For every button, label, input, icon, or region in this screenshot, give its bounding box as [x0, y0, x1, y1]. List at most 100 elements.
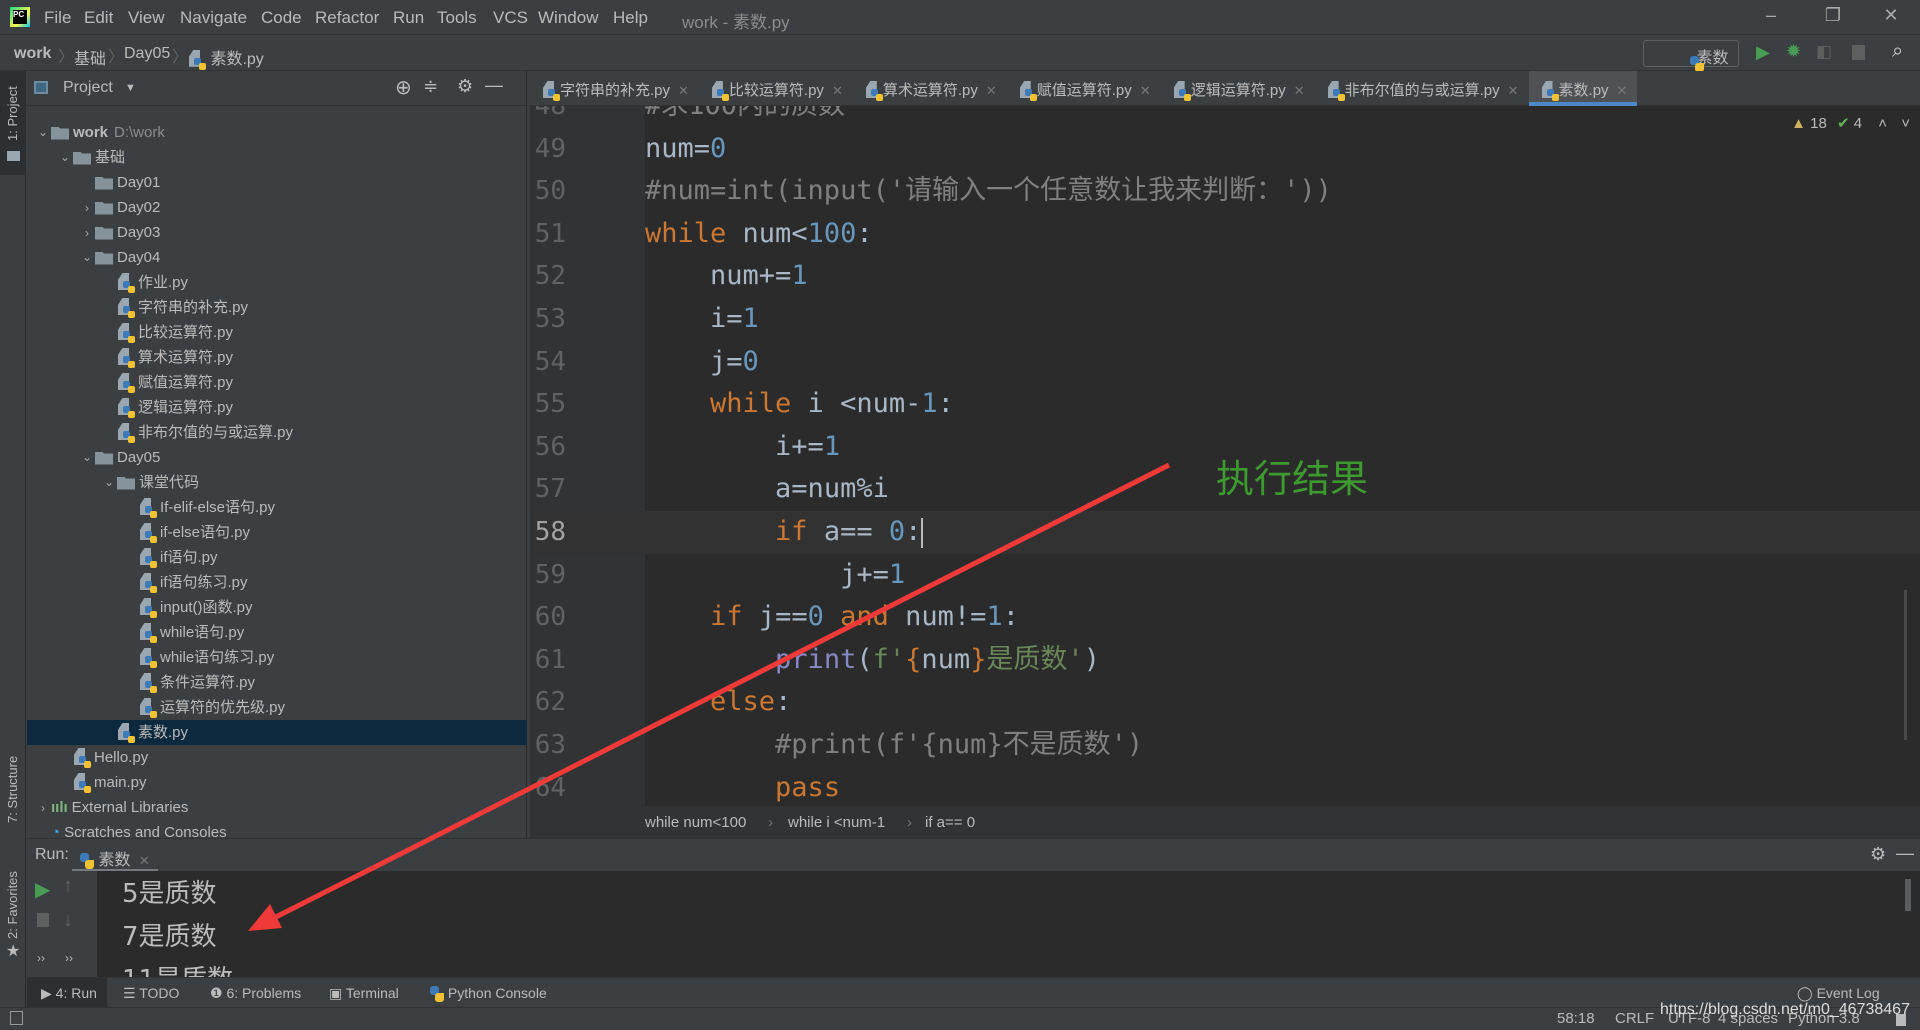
tree-item[interactable]: input()函数.py	[27, 595, 527, 620]
menu-view[interactable]: View	[128, 8, 165, 28]
tree-item[interactable]: › Day02	[27, 195, 527, 220]
tree-item[interactable]: main.py	[27, 770, 527, 795]
tab-6[interactable]: 素数.py ✕	[1528, 71, 1638, 106]
tree-item[interactable]: If-elif-else语句.py	[27, 495, 527, 520]
code-line[interactable]: 62 else:	[530, 681, 1920, 724]
code-line[interactable]: 51 while num<100:	[530, 213, 1920, 256]
code-text[interactable]: i=1	[645, 298, 759, 341]
hide-panel-icon[interactable]: —	[1896, 843, 1914, 864]
tree-item[interactable]: while语句.py	[27, 620, 527, 645]
code-text[interactable]: if a== 0:	[645, 511, 924, 554]
more-icon[interactable]: ››	[65, 951, 73, 965]
tree-item[interactable]: Day01	[27, 170, 527, 195]
tree-item[interactable]: Hello.py	[27, 745, 527, 770]
tree-item[interactable]: 算术运算符.py	[27, 345, 527, 370]
tree-item[interactable]: 素数.py	[27, 720, 527, 745]
line-separator[interactable]: CRLF	[1615, 1010, 1654, 1027]
menu-tools[interactable]: Tools	[437, 8, 477, 28]
structure-crumb[interactable]: if a== 0	[925, 814, 975, 831]
code-line[interactable]: 54 j=0	[530, 341, 1920, 384]
code-text[interactable]: while num<100:	[645, 213, 873, 256]
code-line[interactable]: 55 while i <num-1:	[530, 383, 1920, 426]
run-tab[interactable]: 素数 ✕	[72, 839, 158, 872]
code-text[interactable]: print(f'{num}是质数')	[645, 639, 1100, 682]
close-tab-icon[interactable]: ✕	[139, 853, 150, 868]
menu-help[interactable]: Help	[613, 8, 648, 28]
tree-item[interactable]: 逻辑运算符.py	[27, 395, 527, 420]
code-line[interactable]: 59 j+=1	[530, 554, 1920, 597]
tab-1[interactable]: 比较运算符.py ✕	[699, 71, 853, 106]
code-line[interactable]: 58 if a== 0:	[530, 511, 1920, 554]
tree-item[interactable]: 比较运算符.py	[27, 320, 527, 345]
breadcrumb-day05[interactable]: Day05	[124, 45, 170, 63]
tool-tab-terminal[interactable]: ▣ Terminal	[329, 985, 399, 1002]
project-tool-button[interactable]: 1: Project	[0, 71, 26, 175]
run-configuration-select[interactable]: 素数 ▼	[1643, 40, 1739, 84]
code-line[interactable]: 63 #print(f'{num}不是质数')	[530, 724, 1920, 767]
tree-item[interactable]: if-else语句.py	[27, 520, 527, 545]
menu-vcs[interactable]: VCS	[493, 8, 528, 28]
structure-tool-button[interactable]: 7: Structure	[5, 756, 20, 823]
locate-crosshair-icon[interactable]: ⊕	[395, 75, 412, 100]
collapse-all-icon[interactable]: ≑	[423, 76, 438, 97]
structure-crumb[interactable]: while num<100	[645, 814, 746, 831]
console-scrollbar[interactable]	[1905, 879, 1911, 911]
code-text[interactable]: i+=1	[645, 426, 840, 469]
tree-item[interactable]: › Day03	[27, 220, 527, 245]
tree-item[interactable]: 字符串的补充.py	[27, 295, 527, 320]
code-text[interactable]: num=0	[645, 128, 726, 171]
favorites-tool-button[interactable]: 2: Favorites	[5, 871, 20, 939]
code-text[interactable]: if j==0 and num!=1:	[645, 596, 1019, 639]
stop-icon[interactable]	[37, 913, 49, 927]
tool-tab-python-console[interactable]: Python Console	[430, 985, 547, 1003]
tree-item[interactable]: ⌄ work D:\work	[27, 120, 527, 145]
breadcrumb-folder[interactable]: 基础	[74, 45, 106, 69]
chevron-down-icon[interactable]: ⌄	[79, 445, 95, 470]
code-line[interactable]: 48 #求100内的质数	[530, 106, 1920, 128]
code-text[interactable]: #求100内的质数	[645, 106, 845, 128]
code-text[interactable]: num+=1	[645, 255, 808, 298]
code-line[interactable]: 61 print(f'{num}是质数')	[530, 639, 1920, 682]
tree-item[interactable]: 赋值运算符.py	[27, 370, 527, 395]
close-tab-icon[interactable]: ✕	[1617, 83, 1628, 98]
tree-item[interactable]: ⌄ Day04	[27, 245, 527, 270]
editor-scrollbar[interactable]	[1904, 590, 1914, 740]
tree-item[interactable]: ⌄ 基础	[27, 145, 527, 170]
close-tab-icon[interactable]: ✕	[1508, 83, 1519, 98]
minimize-button[interactable]: –	[1756, 5, 1786, 26]
scroll-down-icon[interactable]: ↓	[63, 909, 73, 932]
breadcrumb-work[interactable]: work	[14, 45, 51, 63]
code-text[interactable]: #print(f'{num}不是质数')	[645, 724, 1143, 767]
tree-item[interactable]: 作业.py	[27, 270, 527, 295]
close-tab-icon[interactable]: ✕	[1294, 83, 1305, 98]
breadcrumb-file[interactable]: 素数.py	[188, 45, 264, 70]
code-text[interactable]: else:	[645, 681, 791, 724]
tree-item[interactable]: ⌄ 课堂代码	[27, 470, 527, 495]
close-button[interactable]: ✕	[1876, 5, 1906, 26]
menu-file[interactable]: File	[44, 8, 71, 28]
menu-refactor[interactable]: Refactor	[315, 8, 379, 28]
gear-icon[interactable]: ⚙	[457, 76, 473, 97]
tab-3[interactable]: 赋值运算符.py ✕	[1007, 71, 1161, 106]
menu-window[interactable]: Window	[538, 8, 598, 28]
more-icon[interactable]: ››	[37, 951, 45, 965]
debug-bug-icon[interactable]: ✹	[1786, 41, 1801, 62]
chevron-right-icon[interactable]: ›	[79, 196, 95, 221]
scroll-up-icon[interactable]: ↑	[63, 875, 73, 898]
menu-code[interactable]: Code	[261, 8, 302, 28]
code-line[interactable]: 49 num=0	[530, 128, 1920, 171]
coverage-icon[interactable]: ◧	[1816, 42, 1832, 62]
close-tab-icon[interactable]: ✕	[1140, 83, 1151, 98]
chevron-down-icon[interactable]: ⌄	[35, 120, 51, 145]
code-line[interactable]: 50 #num=int(input('请输入一个任意数让我来判断：'))	[530, 170, 1920, 213]
code-text[interactable]: pass	[645, 767, 840, 806]
code-line[interactable]: 64 pass	[530, 767, 1920, 806]
tree-item[interactable]: if语句练习.py	[27, 570, 527, 595]
event-log-button[interactable]: ◯ Event Log	[1797, 985, 1880, 1002]
tree-item[interactable]: 运算符的优先级.py	[27, 695, 527, 720]
chevron-down-icon[interactable]: ⌄	[101, 470, 117, 495]
close-tab-icon[interactable]: ✕	[832, 83, 843, 98]
tab-0[interactable]: 字符串的补充.py ✕	[530, 71, 699, 106]
tab-4[interactable]: 逻辑运算符.py ✕	[1161, 71, 1315, 106]
tree-item[interactable]: while语句练习.py	[27, 645, 527, 670]
